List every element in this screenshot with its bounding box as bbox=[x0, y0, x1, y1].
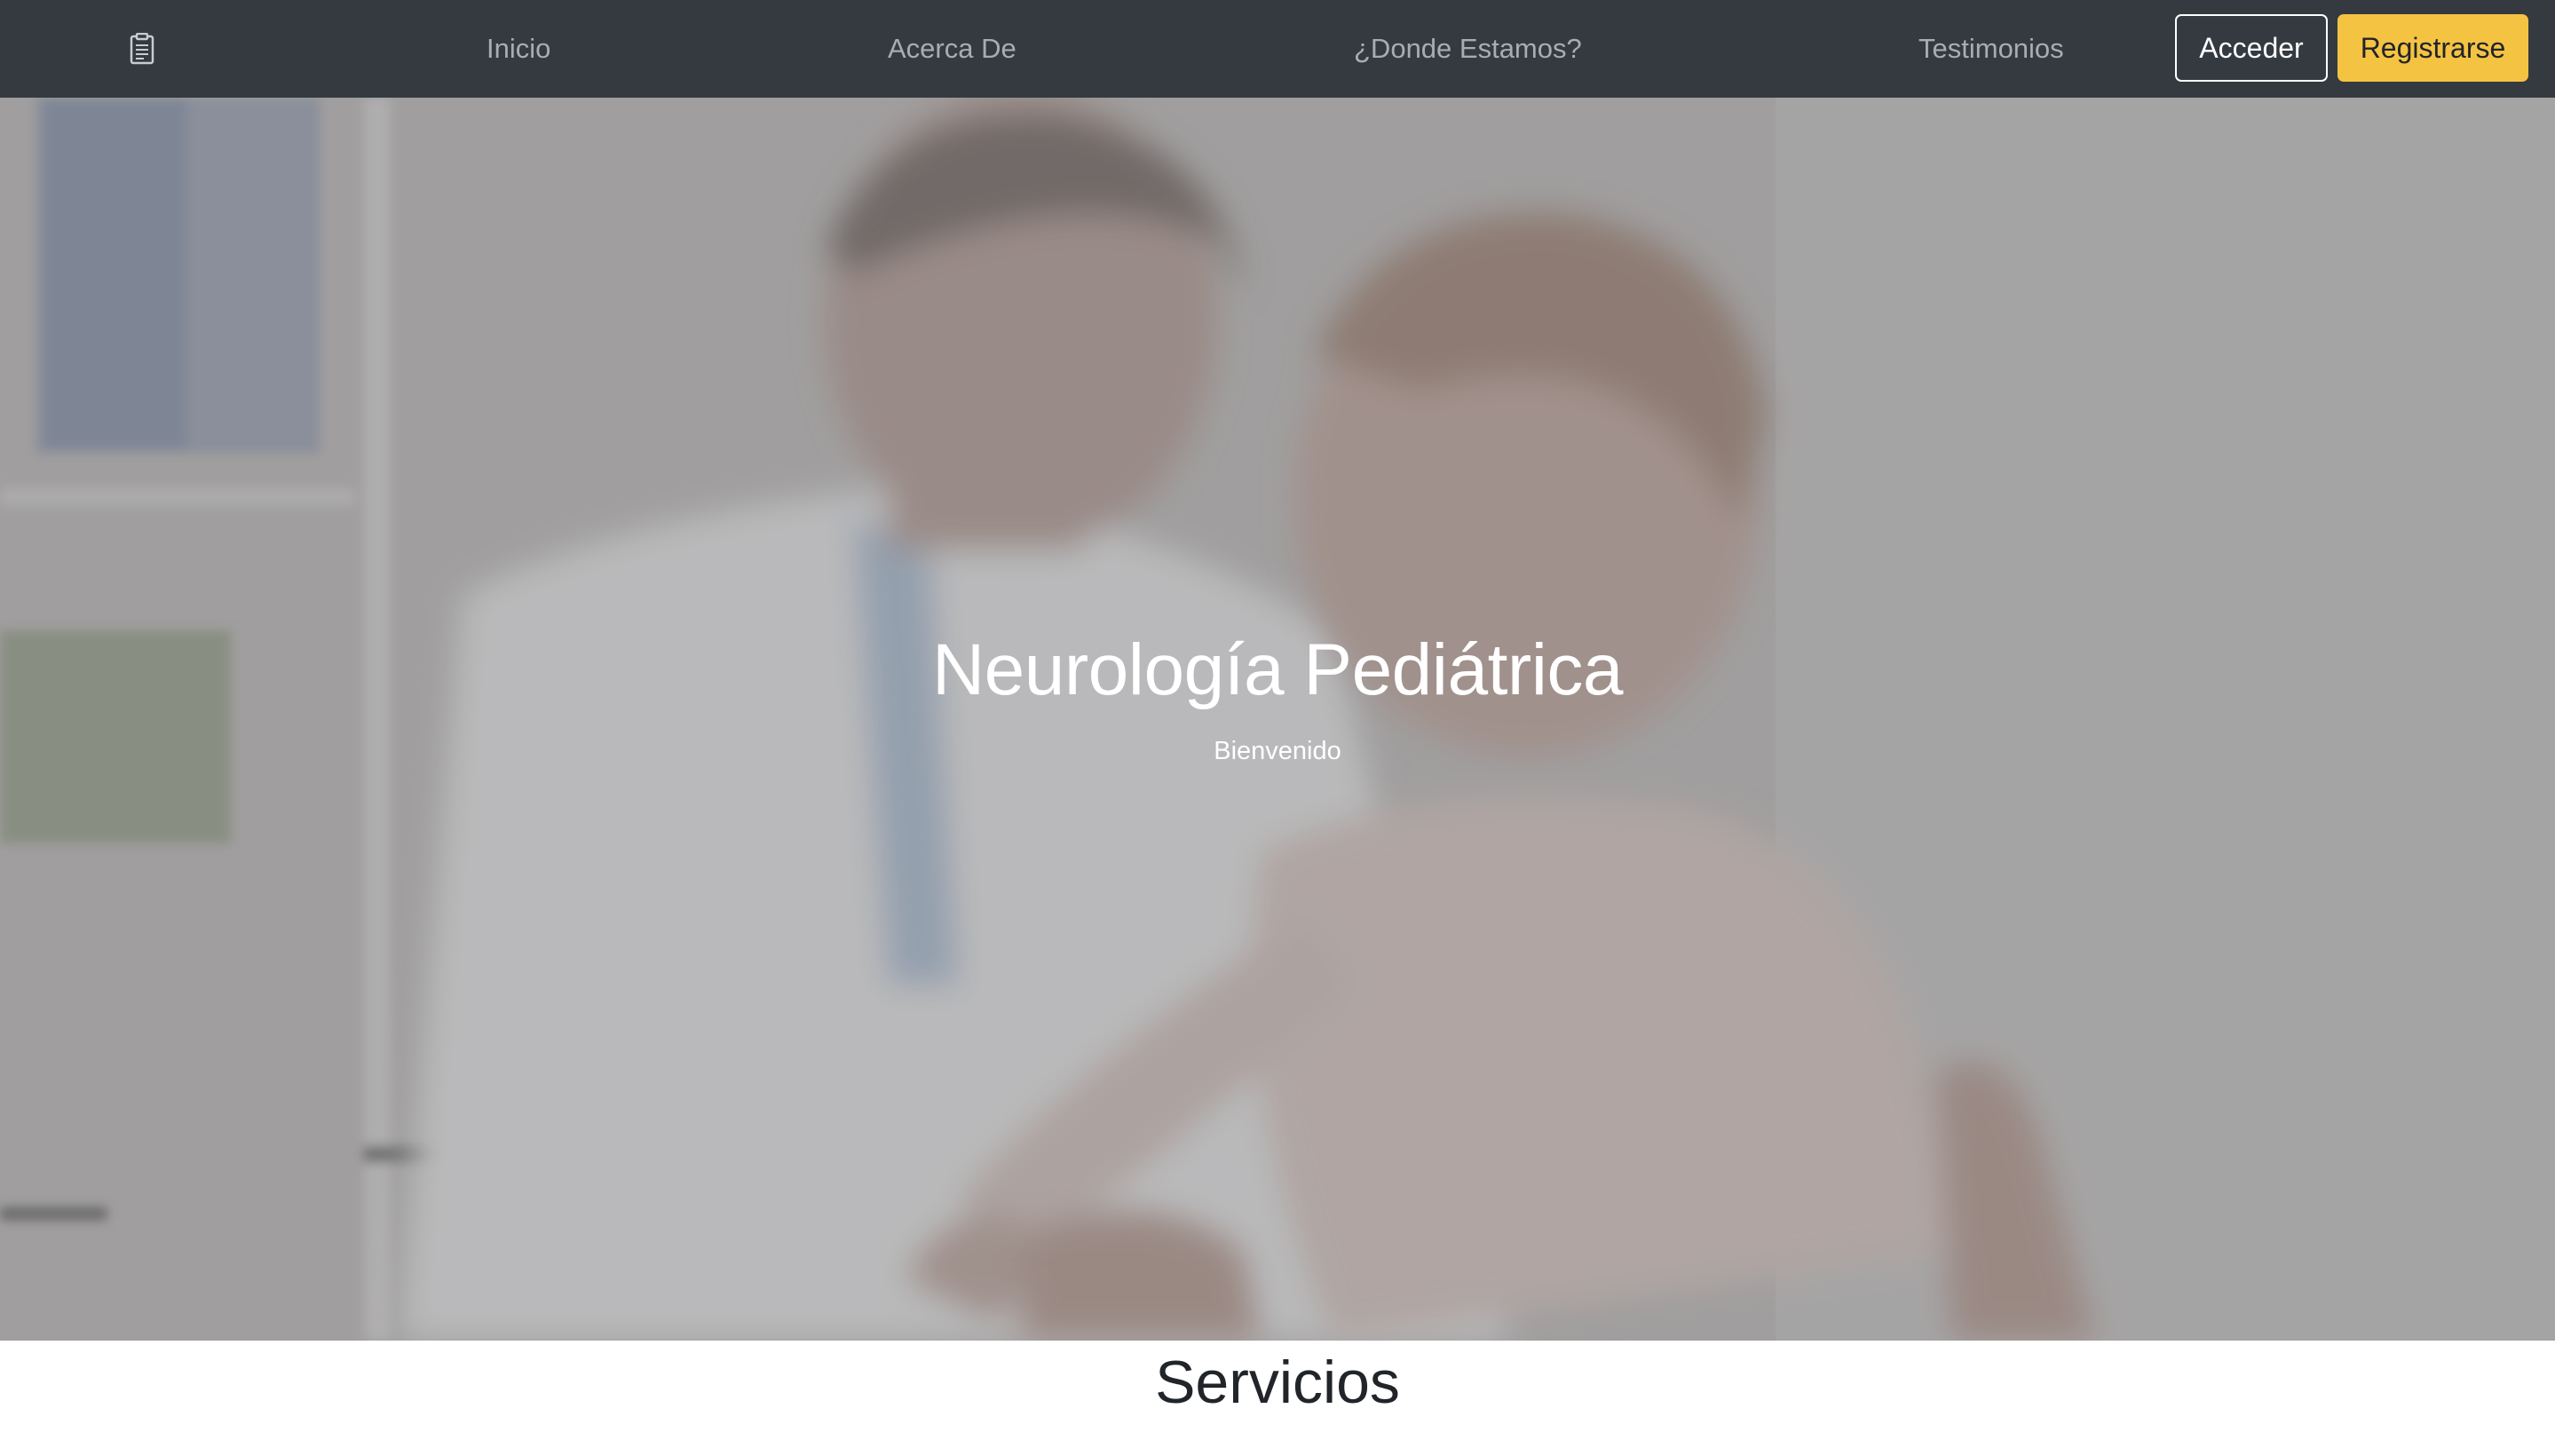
nav-link-inicio[interactable]: Inicio bbox=[486, 0, 550, 98]
clipboard-icon[interactable] bbox=[124, 29, 160, 68]
nav-link-acerca-de[interactable]: Acerca De bbox=[888, 0, 1016, 98]
register-button[interactable]: Registrarse bbox=[2337, 14, 2528, 82]
services-title: Servicios bbox=[1155, 1349, 1400, 1416]
hero-content: Neurología Pediátrica Bienvenido bbox=[0, 629, 2555, 766]
hero-banner: Neurología Pediátrica Bienvenido bbox=[0, 98, 2555, 1341]
services-section: Servicios bbox=[0, 1341, 2555, 1456]
nav-link-donde-estamos[interactable]: ¿Donde Estamos? bbox=[1354, 0, 1582, 98]
login-button[interactable]: Acceder bbox=[2175, 14, 2328, 82]
hero-title: Neurología Pediátrica bbox=[931, 629, 1624, 710]
nav-link-testimonios[interactable]: Testimonios bbox=[1918, 0, 2064, 98]
top-navbar: Inicio Acerca De ¿Donde Estamos? Testimo… bbox=[0, 0, 2555, 98]
hero-subtitle: Bienvenido bbox=[1214, 737, 1341, 766]
